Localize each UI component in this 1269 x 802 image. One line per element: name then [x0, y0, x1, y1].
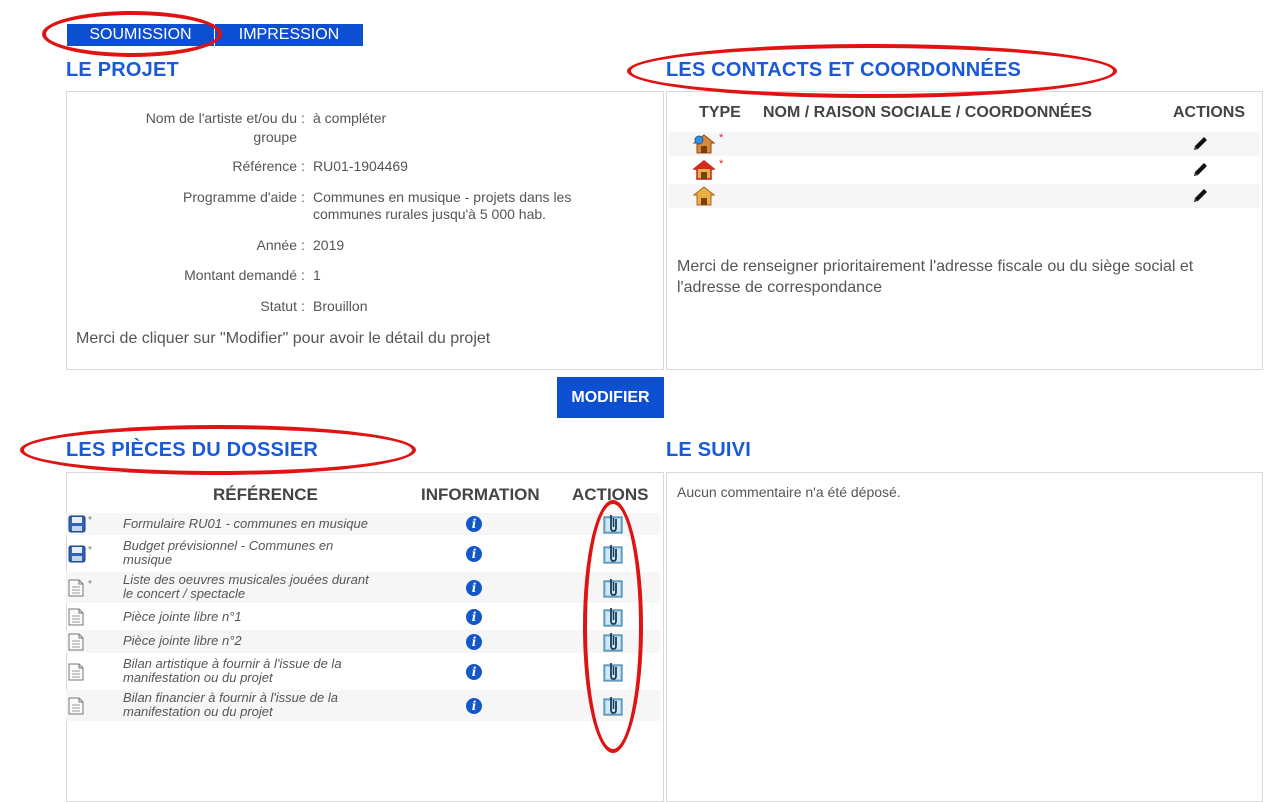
followup-empty-message: Aucun commentaire n'a été déposé. [677, 484, 901, 500]
project-panel: Nom de l'artiste et/ou du groupe : à com… [66, 91, 664, 370]
field-value: communes rurales jusqu'à 5 000 hab. [313, 206, 547, 222]
attachment-icon[interactable] [603, 544, 623, 569]
pencil-icon[interactable] [1191, 135, 1209, 153]
list-item: Pièce jointe libre n°1 i [66, 606, 660, 628]
required-marker: * [719, 132, 724, 144]
document-icon[interactable] [68, 697, 84, 720]
list-item: Bilan financier à fournir à l'issue de l… [66, 690, 660, 721]
project-title: LE PROJET [66, 59, 179, 81]
field-colon: : [301, 237, 305, 253]
info-icon[interactable]: i [466, 634, 482, 650]
document-icon[interactable] [68, 608, 84, 631]
piece-label: Budget prévisionnel - Communes en musique [123, 538, 334, 567]
attachment-icon[interactable] [603, 514, 623, 539]
project-note: Merci de cliquer sur "Modifier" pour avo… [76, 330, 491, 347]
contacts-title: LES CONTACTS ET COORDONNÉES [666, 59, 1022, 81]
contacts-note: Merci de renseigner prioritairement l'ad… [677, 258, 1194, 275]
house-globe-icon [693, 134, 715, 154]
piece-label: Pièce jointe libre n°2 [123, 633, 242, 648]
info-icon[interactable]: i [466, 546, 482, 562]
field-value: 2019 [313, 237, 345, 253]
pieces-title: LES PIÈCES DU DOSSIER [66, 439, 319, 461]
field-label: Référence [232, 158, 297, 174]
pieces-header-actions: ACTIONS [572, 485, 649, 504]
info-icon[interactable]: i [466, 664, 482, 680]
contact-row: * [669, 132, 1259, 156]
field-label: Programme d'aide [183, 189, 297, 205]
followup-title: LE SUIVI [666, 439, 751, 461]
document-icon[interactable] [68, 633, 84, 656]
pieces-header-information: INFORMATION [421, 485, 540, 504]
attachment-icon[interactable] [603, 578, 623, 603]
field-colon: : [301, 298, 305, 314]
field-value: RU01-1904469 [313, 158, 408, 174]
floppy-icon[interactable] [68, 545, 86, 568]
house-icon [693, 186, 715, 206]
required-marker: * [88, 579, 92, 590]
field-label: Nom de l'artiste et/ou du [145, 110, 297, 126]
contacts-panel: TYPE NOM / RAISON SOCIALE / COORDONNÉES … [666, 91, 1263, 370]
field-value: à compléter [313, 110, 387, 126]
tab-print[interactable]: IMPRESSION [215, 24, 363, 46]
field-label: Statut [260, 298, 297, 314]
info-icon[interactable]: i [466, 609, 482, 625]
field-label: Année [256, 237, 297, 253]
piece-label: Bilan artistique à fournir à l'issue de … [123, 656, 342, 685]
list-item: * Liste des oeuvres musicales jouées dura… [66, 572, 660, 603]
required-marker: * [88, 515, 92, 526]
field-label: Montant demandé [184, 267, 297, 283]
field-colon: : [301, 158, 305, 174]
contacts-header-actions: ACTIONS [1173, 104, 1245, 121]
info-icon[interactable]: i [466, 516, 482, 532]
contact-row [669, 184, 1259, 208]
attachment-icon[interactable] [603, 662, 623, 687]
field-colon: : [301, 110, 305, 126]
info-icon[interactable]: i [466, 698, 482, 714]
floppy-icon[interactable] [68, 515, 86, 538]
pencil-icon[interactable] [1191, 161, 1209, 179]
list-item: * Budget prévisionnel - Communes en musiqu… [66, 538, 660, 569]
list-item: Pièce jointe libre n°2 i [66, 630, 660, 653]
house-red-icon [693, 160, 715, 180]
field-value: Brouillon [313, 298, 368, 314]
attachment-icon[interactable] [603, 696, 623, 721]
info-icon[interactable]: i [466, 580, 482, 596]
modify-button[interactable]: MODIFIER [557, 377, 664, 418]
list-item: * Formulaire RU01 - communes en musique i [66, 513, 660, 535]
field-label: groupe [253, 129, 297, 145]
document-icon[interactable] [68, 579, 84, 602]
piece-label: Formulaire RU01 - communes en musique [123, 516, 368, 531]
attachment-icon[interactable] [603, 632, 623, 657]
required-marker: * [88, 545, 92, 556]
contacts-header-name: NOM / RAISON SOCIALE / COORDONNÉES [763, 104, 1092, 121]
list-item: Bilan artistique à fournir à l'issue de … [66, 656, 660, 687]
pieces-header-reference: RÉFÉRENCE [213, 485, 318, 504]
pencil-icon[interactable] [1191, 187, 1209, 205]
followup-panel: Aucun commentaire n'a été déposé. [666, 472, 1263, 802]
contacts-header-type: TYPE [699, 104, 741, 121]
attachment-icon[interactable] [603, 607, 623, 632]
piece-label: Liste des oeuvres musicales jouées duran… [123, 572, 369, 601]
field-colon: : [301, 189, 305, 205]
required-marker: * [719, 158, 724, 170]
contact-row: * [669, 158, 1259, 182]
field-colon: : [301, 267, 305, 283]
piece-label: Bilan financier à fournir à l'issue de l… [123, 690, 338, 719]
piece-label: Pièce jointe libre n°1 [123, 609, 242, 624]
contacts-note: l'adresse de correspondance [677, 279, 882, 296]
field-value: Communes en musique - projets dans les [313, 189, 572, 205]
tab-submission[interactable]: SOUMISSION [67, 24, 214, 46]
field-value: 1 [313, 267, 321, 283]
document-icon[interactable] [68, 663, 84, 686]
